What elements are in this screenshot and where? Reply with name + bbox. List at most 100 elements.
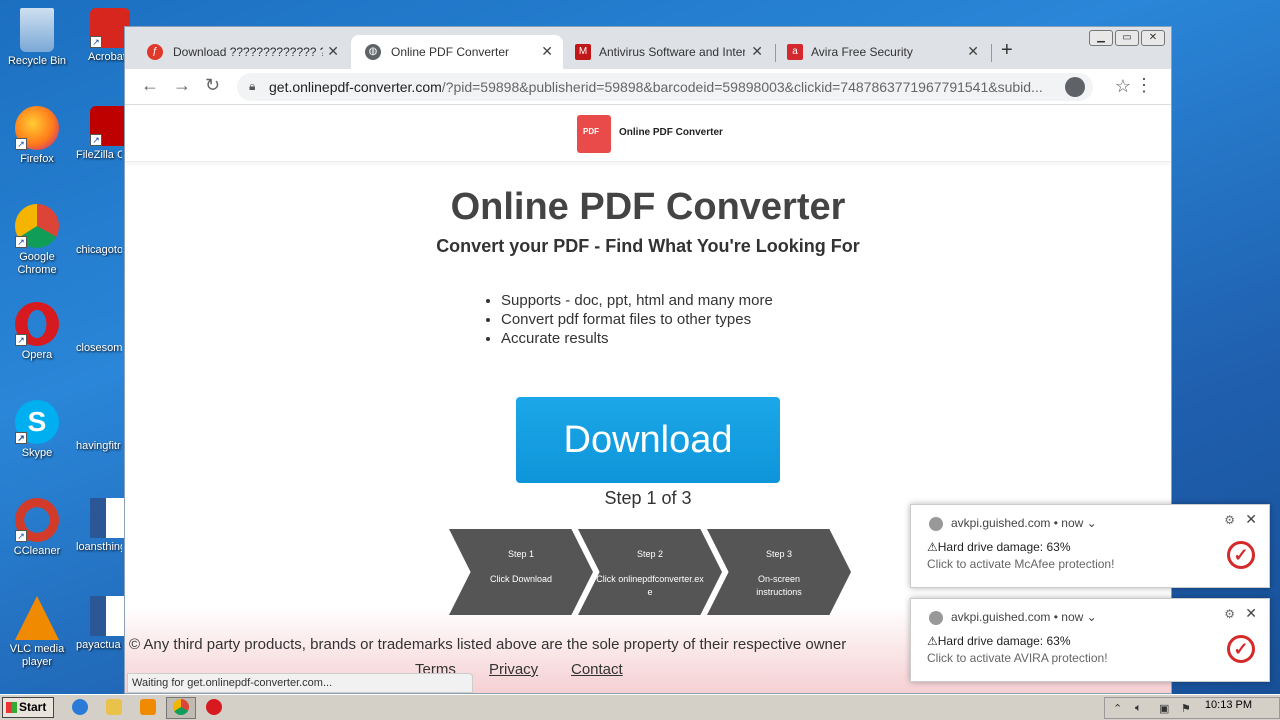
status-bar: Waiting for get.onlinepdf-converter.com.… (127, 673, 473, 693)
stop-icon[interactable] (206, 699, 222, 715)
desktop-icon-opera[interactable]: ↗ Opera (4, 302, 70, 362)
page-title: Online PDF Converter (450, 186, 846, 228)
media-player-icon[interactable] (140, 699, 156, 715)
desktop-icon-ccleaner[interactable]: ↗ CCleaner (4, 498, 70, 558)
desktop-icon-chrome[interactable]: ↗ Google Chrome (4, 204, 70, 277)
notification-source: avkpi.guished.com (951, 516, 1051, 530)
url-path: /?pid=59898&publisherid=59898&barcodeid=… (441, 79, 1043, 95)
lock-icon: 🔒︎ (249, 79, 256, 93)
address-bar[interactable]: 🔒︎ get.onlinepdf-converter.com/?pid=5989… (237, 73, 1093, 101)
forward-icon[interactable]: → (173, 75, 191, 96)
notification-avira[interactable]: avkpi.guished.com • now ⌄ ⚙ ✕ ⚠Hard driv… (910, 598, 1270, 682)
step-description: On-screen instructions (756, 574, 802, 597)
network-icon[interactable]: ▣ (1159, 702, 1169, 715)
notification-time: • now ⌄ (1053, 610, 1097, 624)
checkmark-badge-icon: ✓ (1227, 541, 1255, 569)
pdf-logo-icon (577, 115, 611, 153)
maximize-icon[interactable]: ▭ (1115, 30, 1139, 46)
tab-title: Online PDF Converter (391, 45, 510, 59)
step-description: Click onlinepdfconverter.exe (596, 574, 704, 597)
gear-icon[interactable]: ⚙ (1224, 607, 1235, 621)
site-header: Online PDF Converter (125, 106, 1171, 162)
start-button[interactable]: Start (2, 697, 54, 718)
download-button[interactable]: Download (516, 397, 780, 483)
copyright-text: © Any third party products, brands or tr… (129, 636, 847, 653)
notification-title: ⚠Hard drive damage: 63% (927, 634, 1071, 648)
skype-icon: S ↗ (15, 400, 59, 444)
clock[interactable]: 10:13 PM (1205, 699, 1252, 711)
tab-download[interactable]: ƒ Download ????????????? ?????? ✕ (133, 35, 349, 69)
browser-window: ƒ Download ????????????? ?????? ✕ ◍ Onli… (124, 26, 1172, 694)
step-title: Step 3 (765, 549, 793, 559)
contact-link[interactable]: Contact (571, 661, 623, 678)
tab-title: Antivirus Software and Internet (599, 45, 745, 59)
desktop-icon-label: loansthing (76, 541, 122, 553)
step-2-chevron: Step 2 Click onlinepdfconverter.exe (578, 529, 722, 615)
close-icon[interactable]: ✕ (1245, 605, 1257, 622)
notification-source: avkpi.guished.com (951, 610, 1051, 624)
firefox-icon: ↗ (15, 106, 59, 150)
desktop-icon-label: VLC media player (9, 643, 65, 668)
browser-toolbar: ← → ↻ 🔒︎ get.onlinepdf-converter.com/?pi… (125, 69, 1171, 105)
volume-icon[interactable]: 🔈︎ (1135, 702, 1142, 715)
desktop-icon-label: Firefox (20, 153, 54, 165)
back-icon[interactable]: ← (141, 75, 159, 96)
tab-avira[interactable]: a Avira Free Security ✕ (777, 35, 989, 69)
desktop-icon-label: closesome (76, 342, 122, 354)
checkmark-badge-icon: ✓ (1227, 635, 1255, 663)
step-title: Step 2 (636, 549, 664, 559)
reload-icon[interactable]: ↻ (205, 75, 220, 96)
tray-expand-icon[interactable]: ⌃ (1113, 702, 1122, 715)
desktop-icon-label: Skype (21, 447, 53, 459)
minimize-icon[interactable]: ▁ (1089, 30, 1113, 46)
feature-item: Accurate results (501, 329, 773, 348)
chrome-notification-icon (929, 517, 943, 531)
new-tab-button[interactable]: + (1001, 39, 1013, 62)
tab-online-pdf-converter[interactable]: ◍ Online PDF Converter ✕ (351, 35, 563, 69)
vlc-icon (15, 596, 59, 640)
flag-icon[interactable]: ⚑ (1181, 702, 1191, 715)
account-icon[interactable] (1065, 77, 1085, 97)
notification-time: • now ⌄ (1053, 516, 1097, 530)
close-icon[interactable]: ✕ (1245, 511, 1257, 528)
desktop-icon-firefox[interactable]: ↗ Firefox (4, 106, 70, 166)
tab-strip: ƒ Download ????????????? ?????? ✕ ◍ Onli… (125, 27, 1171, 69)
menu-icon[interactable]: ⋮ (1135, 75, 1153, 96)
desktop-icon-label: Recycle Bin (7, 55, 67, 67)
close-icon[interactable]: ✕ (751, 43, 763, 60)
globe-icon: ◍ (365, 44, 381, 60)
notification-mcafee[interactable]: avkpi.guished.com • now ⌄ ⚙ ✕ ⚠Hard driv… (910, 504, 1270, 588)
tab-antivirus[interactable]: M Antivirus Software and Internet ✕ (565, 35, 773, 69)
desktop-icon-skype[interactable]: S ↗ Skype (4, 400, 70, 460)
ie-icon[interactable] (72, 699, 88, 715)
feature-item: Supports - doc, ppt, html and many more (501, 291, 773, 310)
window-controls: ▁ ▭ ✕ (1087, 27, 1165, 46)
system-tray: ⌃ 🔈︎ ▣ ⚑ (1104, 697, 1280, 719)
desktop-icon-vlc[interactable]: VLC media player (4, 596, 70, 669)
bookmark-star-icon[interactable]: ☆ (1115, 76, 1131, 97)
page-subtitle: Convert your PDF - Find What You're Look… (436, 236, 860, 256)
desktop-icon-label: havingfitr (76, 440, 121, 452)
url-host: get.onlinepdf-converter.com (269, 79, 442, 95)
desktop-icon-label: Opera (21, 349, 53, 361)
close-icon[interactable]: ✕ (541, 43, 553, 60)
desktop-icon-recycle-bin[interactable]: Recycle Bin (4, 8, 70, 68)
explorer-icon[interactable] (106, 699, 122, 715)
close-icon[interactable]: ✕ (967, 43, 979, 60)
desktop-icon-label: CCleaner (13, 545, 61, 557)
step-description: Click Download (489, 574, 553, 584)
taskbar: Start ⌃ 🔈︎ ▣ ⚑ 10:13 PM (0, 694, 1280, 720)
tab-title: Avira Free Security (811, 45, 913, 59)
flash-icon: ƒ (147, 44, 163, 60)
feature-item: Convert pdf format files to other types (501, 310, 773, 329)
close-icon[interactable]: ✕ (327, 43, 339, 60)
mcafee-icon: M (575, 44, 591, 60)
privacy-link[interactable]: Privacy (489, 661, 538, 678)
close-window-icon[interactable]: ✕ (1141, 30, 1165, 46)
chrome-notification-icon (929, 611, 943, 625)
chrome-icon[interactable] (173, 699, 189, 715)
step-3-chevron: Step 3 On-screen instructions (707, 529, 851, 615)
notification-title: ⚠Hard drive damage: 63% (927, 540, 1071, 554)
chrome-icon: ↗ (15, 204, 59, 248)
gear-icon[interactable]: ⚙ (1224, 513, 1235, 527)
